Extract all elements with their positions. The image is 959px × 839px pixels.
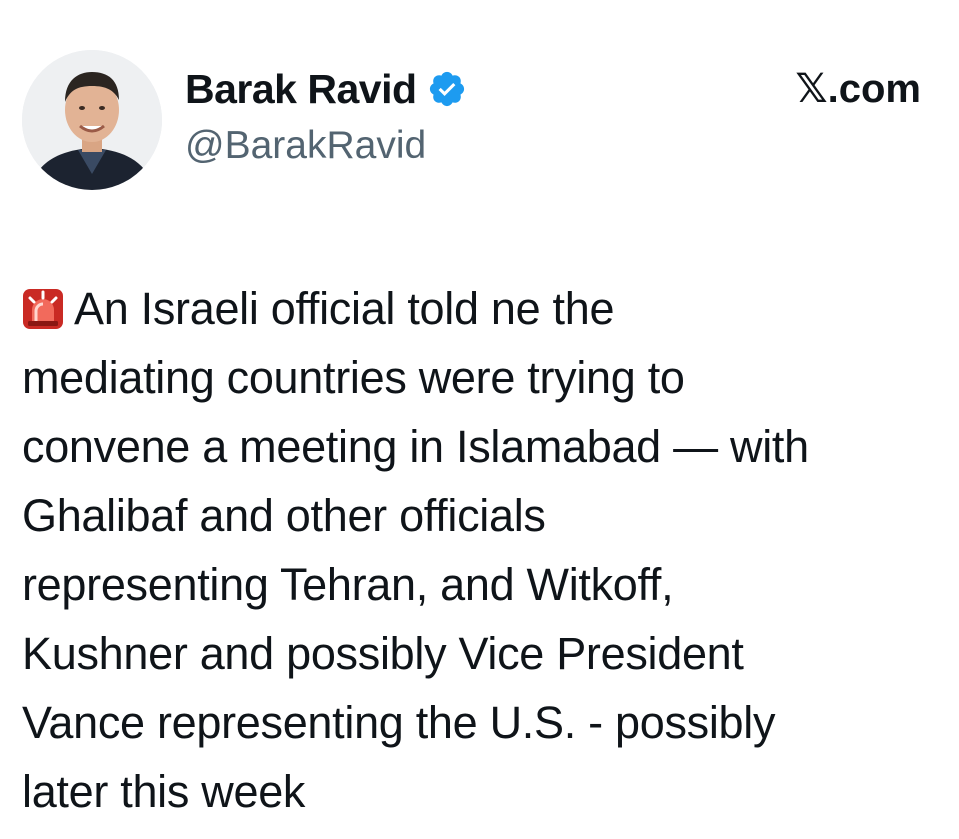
tweet-line: Ghalibaf and other officials [22,490,546,541]
tweet-line: Kushner and possibly Vice President [22,628,744,679]
author-name-row: Barak Ravid [185,64,467,114]
tweet-card: Barak Ravid @BarakRavid 𝕏.com An Israeli… [0,0,959,839]
author-handle[interactable]: @BarakRavid [185,124,426,168]
profile-photo [22,50,162,190]
tweet-text: An Israeli official told ne the mediatin… [22,274,942,826]
tweet-line: mediating countries were trying to [22,352,685,403]
police-siren-icon [22,280,64,329]
verified-badge-icon [427,69,467,109]
tweet-line: convene a meeting in Islamabad — with [22,421,809,472]
avatar[interactable] [22,50,162,190]
tweet-line: representing Tehran, and Witkoff, [22,559,674,610]
x-brand-label: 𝕏.com [795,66,921,112]
author-display-name[interactable]: Barak Ravid [185,66,417,113]
tweet-line: An Israeli official told ne the [22,274,942,343]
tweet-line: Vance representing the U.S. - possibly [22,697,776,748]
brand-suffix: .com [827,67,921,111]
x-logo-icon: 𝕏 [795,66,828,112]
tweet-line: later this week [22,766,306,817]
